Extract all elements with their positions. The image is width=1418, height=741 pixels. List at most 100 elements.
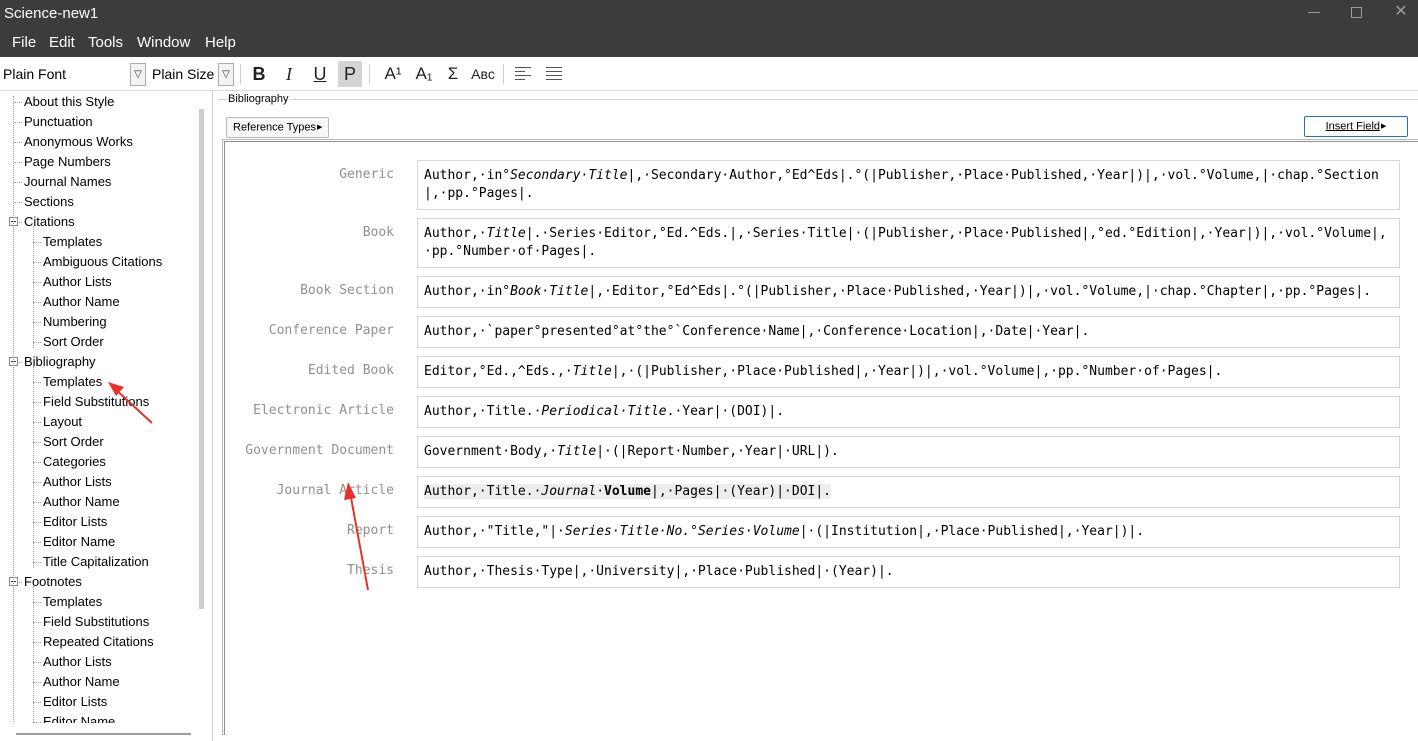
menu-tools[interactable]: Tools <box>88 34 123 51</box>
tree-horizontal-scrollbar[interactable] <box>16 733 191 735</box>
template-field[interactable]: Author,·Thesis·Type|,·University|,·Place… <box>417 556 1400 588</box>
tree-item[interactable]: Title Capitalization <box>43 552 149 572</box>
template-field[interactable]: Author,·`paper°presented°at°the°`Confere… <box>417 316 1400 348</box>
template-field[interactable]: Author,·in°Secondary·Title|,·Secondary·A… <box>417 160 1400 210</box>
template-segment: Author,·"Title,"|· <box>424 524 565 539</box>
underline-button[interactable]: U <box>308 61 332 87</box>
menu-window[interactable]: Window <box>137 34 190 51</box>
tree-item[interactable]: Author Lists <box>43 272 112 292</box>
tree-item[interactable]: Bibliography <box>24 352 96 372</box>
tree-item[interactable]: Editor Name <box>43 532 115 552</box>
tree-item[interactable]: Field Substitutions <box>43 392 149 412</box>
template-text: Author,·Title.·Journal·Volume|,·Pages|·(… <box>424 484 832 499</box>
insert-field-button[interactable]: Insert Field▶ <box>1304 116 1408 137</box>
tree-item[interactable]: Field Substitutions <box>43 612 149 632</box>
tree-item[interactable]: Author Name <box>43 292 120 312</box>
reference-type-label: Edited Book <box>307 363 394 378</box>
small-caps-button[interactable]: Aʙᴄ <box>469 61 497 87</box>
style-tree-panel: About this Style Punctuation Anonymous Wor… <box>0 91 213 741</box>
tree-connector <box>33 342 41 343</box>
tree-item[interactable]: Author Lists <box>43 472 112 492</box>
chevron-down-icon[interactable]: ▽ <box>218 63 234 86</box>
template-field[interactable]: Author,·Title.·Journal·Volume|,·Pages|·(… <box>417 476 1400 508</box>
group-label: Bibliography <box>227 93 290 105</box>
template-segment: Volume <box>604 484 651 499</box>
bold-button[interactable]: B <box>247 61 271 87</box>
tree-connector <box>33 226 34 348</box>
style-tree: About this Style Punctuation Anonymous Wor… <box>0 91 198 723</box>
tree-item[interactable]: Page Numbers <box>24 152 111 172</box>
maximize-button[interactable] <box>1351 7 1362 18</box>
tree-connector <box>13 96 14 723</box>
format-toolbar: Plain Font ▽ Plain Size ▽ B I U P A¹ A₁ … <box>0 57 1418 91</box>
tree-item[interactable]: Templates <box>43 232 102 252</box>
template-field[interactable]: Author,·Title|.·Series·Editor,°Ed.^Eds.|… <box>417 218 1400 268</box>
close-button[interactable]: ✕ <box>1393 4 1409 20</box>
menu-edit[interactable]: Edit <box>49 34 75 51</box>
tree-item[interactable]: Journal Names <box>24 172 111 192</box>
italic-button[interactable]: I <box>277 61 301 87</box>
plain-button[interactable]: P <box>338 61 362 87</box>
tree-item[interactable]: Editor Name <box>43 712 115 723</box>
tree-item[interactable]: Categories <box>43 452 106 472</box>
reference-type-label: Generic <box>339 167 394 182</box>
tree-scrollbar[interactable] <box>199 109 204 609</box>
tree-connector <box>14 202 22 203</box>
tree-item[interactable]: Repeated Citations <box>43 632 154 652</box>
align-left-icon[interactable] <box>515 67 531 81</box>
template-segment: Secondary·Title <box>510 168 628 183</box>
triangle-right-icon: ▶ <box>1381 123 1387 130</box>
tree-item[interactable]: Editor Lists <box>43 512 107 532</box>
tree-item[interactable]: Citations <box>24 212 75 232</box>
tree-connector <box>33 642 41 643</box>
subscript-button[interactable]: A₁ <box>411 61 437 87</box>
tree-connector <box>33 482 41 483</box>
reference-type-label: Electronic Article <box>253 403 394 418</box>
justify-icon[interactable] <box>546 67 562 81</box>
minimize-button[interactable] <box>1308 12 1320 13</box>
tree-item[interactable]: About this Style <box>24 92 114 112</box>
template-segment: |,·Pages|·(Year)|·DOI|. <box>651 484 832 499</box>
tree-connector <box>33 522 41 523</box>
tree-item[interactable]: Templates <box>43 592 102 612</box>
tree-item[interactable]: Numbering <box>43 312 107 332</box>
font-select[interactable]: Plain Font ▽ <box>0 63 146 86</box>
tree-item[interactable]: Author Name <box>43 672 120 692</box>
tree-item[interactable]: Author Name <box>43 492 120 512</box>
tree-connector <box>33 382 41 383</box>
template-field[interactable]: Author,·"Title,"|·Series·Title·No.°Serie… <box>417 516 1400 548</box>
group-divider <box>218 99 1418 100</box>
template-segment: Book·Title <box>510 284 589 299</box>
reference-types-label: Reference Types <box>233 121 316 134</box>
template-segment: Author,·Title.· <box>424 404 542 419</box>
tree-connector <box>33 502 41 503</box>
tree-item[interactable]: Sort Order <box>43 332 104 352</box>
template-text: Editor,°Ed.,^Eds.,·Title|,·(|Publisher,·… <box>424 364 1222 379</box>
template-segment: |·(|Institution|,·Place·Published|,·Year… <box>799 524 1145 539</box>
tree-item[interactable]: Sort Order <box>43 432 104 452</box>
tree-item[interactable]: Punctuation <box>24 112 93 132</box>
window-title: Science-new1 <box>4 5 99 22</box>
menu-file[interactable]: File <box>12 34 36 51</box>
tree-item[interactable]: Editor Lists <box>43 692 107 712</box>
chevron-down-icon[interactable]: ▽ <box>130 63 146 86</box>
template-segment: Author,·Thesis·Type|,·University|,·Place… <box>424 564 894 579</box>
tree-connector <box>33 602 41 603</box>
reference-types-button[interactable]: Reference Types▶ <box>226 117 330 138</box>
symbol-button[interactable]: Σ <box>441 61 465 87</box>
tree-item[interactable]: Sections <box>24 192 74 212</box>
reference-type-label: Government Document <box>245 443 394 458</box>
template-field[interactable]: Editor,°Ed.,^Eds.,·Title|,·(|Publisher,·… <box>417 356 1400 388</box>
tree-item[interactable]: Layout <box>43 412 82 432</box>
tree-item[interactable]: Author Lists <box>43 652 112 672</box>
template-segment: Title <box>557 444 597 459</box>
size-select[interactable]: Plain Size ▽ <box>149 63 234 86</box>
tree-item[interactable]: Anonymous Works <box>24 132 133 152</box>
template-field[interactable]: Author,·Title.·Periodical·Title.·Year|·(… <box>417 396 1400 428</box>
tree-item[interactable]: Ambiguous Citations <box>43 252 162 272</box>
superscript-button[interactable]: A¹ <box>380 61 406 87</box>
template-field[interactable]: Author,·in°Book·Title|,·Editor,°Ed^Eds|.… <box>417 276 1400 308</box>
template-field[interactable]: Government·Body,·Title|·(|Report·Number,… <box>417 436 1400 468</box>
tree-item[interactable]: Templates <box>43 372 102 392</box>
menu-help[interactable]: Help <box>205 34 236 51</box>
